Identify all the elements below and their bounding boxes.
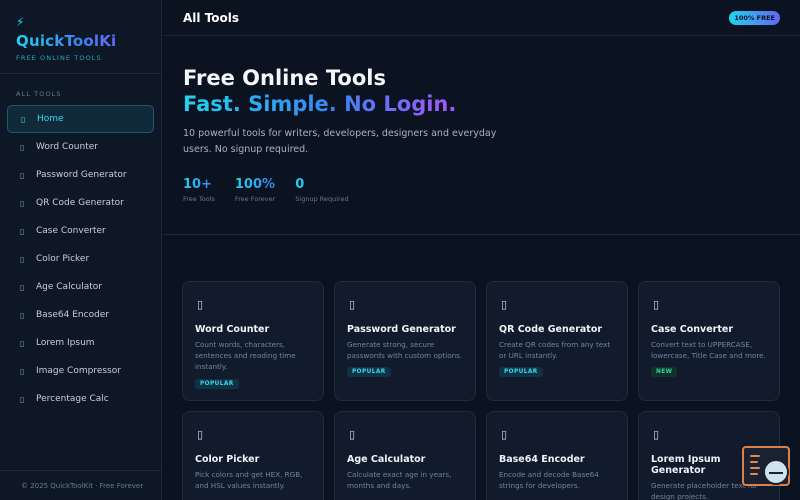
sidebar-item-percentage-calc[interactable]: ▯ Percentage Calc: [7, 385, 154, 413]
sidebar-item-label: Home: [37, 114, 64, 124]
widget-avatar: [763, 459, 789, 485]
sidebar-item-image-compressor[interactable]: ▯ Image Compressor: [7, 357, 154, 385]
hero-stats: 10+ Free Tools 100% Free Forever 0 Signu…: [183, 177, 369, 203]
color-picker-icon: ▯: [197, 428, 204, 441]
sidebar-item-home[interactable]: ▯ Home: [7, 105, 154, 133]
sidebar-item-label: Percentage Calc: [36, 394, 109, 404]
sidebar-item-qr-code-generator[interactable]: ▯ QR Code Generator: [7, 189, 154, 217]
sidebar-item-base64-encoder[interactable]: ▯ Base64 Encoder: [7, 301, 154, 329]
logo[interactable]: QuickToolKi: [16, 32, 145, 50]
card-title: Age Calculator: [347, 454, 426, 465]
tool-card-case-converter[interactable]: ▯ Case Converter Convert text to UPPERCASE…: [638, 281, 780, 401]
hero-description: 10 powerful tools for writers, developer…: [183, 128, 497, 155]
card-description: Calculate exact age in years, months and…: [347, 470, 452, 490]
stat-signup: 0 Signup Required: [295, 177, 348, 203]
sidebar-nav: ▯ Home ▯ Word Counter ▯ Password Generator ▯ QR…: [0, 105, 161, 413]
sidebar-item-case-converter[interactable]: ▯ Case Converter: [7, 217, 154, 245]
tag-badge: NEW: [651, 367, 678, 377]
card-description: Count words, characters, sentences and r…: [195, 340, 296, 371]
section-label: ALL TOOLS: [16, 90, 62, 98]
hero-title: Free Online Tools: [183, 66, 386, 90]
sidebar-item-color-picker[interactable]: ▯ Color Picker: [7, 245, 154, 273]
qr-code-icon: ▯: [501, 298, 508, 311]
word-counter-icon: ▯: [20, 142, 25, 152]
stat-tools: 10+ Free Tools: [183, 177, 215, 203]
card-title: Case Converter: [651, 324, 734, 335]
stat-free: 100% Free Forever: [235, 177, 275, 203]
tag-badge: POPULAR: [499, 367, 543, 377]
stat-label: Signup Required: [295, 195, 349, 203]
sidebar-item-label: Color Picker: [36, 254, 90, 264]
sidebar-item-label: Base64 Encoder: [36, 310, 110, 320]
sidebar-item-word-counter[interactable]: ▯ Word Counter: [7, 133, 154, 161]
card-description: Generate strong, secure passwords with c…: [347, 340, 463, 360]
logo-area: ⚡ QuickToolKi FREE ONLINE TOOLS: [0, 0, 161, 74]
card-title: Word Counter: [195, 324, 270, 335]
sidebar-item-label: Age Calculator: [36, 282, 102, 292]
topbar: All Tools 100% FREE: [163, 0, 800, 36]
age-calculator-icon: ▯: [20, 282, 25, 292]
tag-badge: POPULAR: [347, 367, 391, 377]
stat-label: Free Forever: [234, 195, 276, 203]
free-badge: 100% FREE: [729, 11, 780, 25]
feedback-widget-icon[interactable]: [742, 446, 790, 486]
tag-badge: POPULAR: [195, 379, 239, 389]
stat-label: Free Tools: [183, 195, 215, 203]
password-icon: ▯: [349, 298, 356, 311]
sidebar-item-label: Password Generator: [36, 170, 127, 180]
sidebar-item-label: Lorem Ipsum: [36, 338, 95, 348]
sidebar-item-label: Word Counter: [36, 142, 98, 152]
stat-value: 0: [295, 177, 348, 192]
sidebar-item-password-generator[interactable]: ▯ Password Generator: [7, 161, 154, 189]
sidebar-item-label: Image Compressor: [36, 366, 121, 376]
card-description: Encode and decode Base64 strings for dev…: [499, 470, 599, 490]
case-converter-icon: ▯: [20, 226, 25, 236]
card-description: Pick colors and get HEX, RGB, and HSL va…: [195, 470, 303, 490]
tool-card-word-counter[interactable]: ▯ Word Counter Count words, characters, se…: [182, 281, 324, 401]
stat-value: 10+: [183, 177, 215, 192]
tool-card-qr-code-generator[interactable]: ▯ QR Code Generator Create QR codes from a…: [486, 281, 628, 401]
lorem-ipsum-icon: ▯: [653, 428, 660, 441]
lightning-icon: ⚡: [16, 15, 25, 29]
sidebar-item-label: Case Converter: [36, 226, 106, 236]
case-converter-icon: ▯: [653, 298, 660, 311]
sidebar: ⚡ QuickToolKi FREE ONLINE TOOLS ALL TOOL…: [0, 0, 162, 500]
word-counter-icon: ▯: [197, 298, 204, 311]
card-description: Convert text to UPPERCASE, lowercase, Ti…: [651, 340, 766, 360]
image-compressor-icon: ▯: [20, 366, 25, 376]
widget-line: [750, 455, 760, 457]
hero-section: Free Online Tools Fast. Simple. No Login…: [163, 37, 800, 235]
sidebar-item-age-calculator[interactable]: ▯ Age Calculator: [7, 273, 154, 301]
hero-subtitle: Fast. Simple. No Login.: [183, 92, 457, 116]
card-description: Create QR codes from any text or URL ins…: [499, 340, 611, 360]
tool-card-password-generator[interactable]: ▯ Password Generator Generate strong, secu…: [334, 281, 476, 401]
base64-icon: ▯: [20, 310, 25, 320]
tool-card-color-picker[interactable]: ▯ Color Picker Pick colors and get HEX, RG…: [182, 411, 324, 500]
page-title: All Tools: [183, 10, 240, 25]
age-calculator-icon: ▯: [349, 428, 356, 441]
qr-code-icon: ▯: [20, 198, 25, 208]
password-icon: ▯: [20, 170, 25, 180]
logo-subtitle: FREE ONLINE TOOLS: [16, 54, 102, 62]
sidebar-item-label: QR Code Generator: [36, 198, 124, 208]
widget-line: [750, 461, 758, 463]
base64-icon: ▯: [501, 428, 508, 441]
card-title: Base64 Encoder: [499, 454, 585, 465]
stat-value: 100%: [234, 177, 276, 192]
card-title: QR Code Generator: [499, 324, 603, 335]
card-title: Color Picker: [195, 454, 260, 465]
card-title: Password Generator: [347, 324, 456, 335]
percentage-icon: ▯: [20, 394, 25, 404]
lorem-ipsum-icon: ▯: [20, 338, 25, 348]
home-icon: ▯: [21, 114, 26, 124]
tool-card-age-calculator[interactable]: ▯ Age Calculator Calculate exact age in ye…: [334, 411, 476, 500]
sidebar-item-lorem-ipsum[interactable]: ▯ Lorem Ipsum: [7, 329, 154, 357]
widget-line: [750, 467, 760, 469]
color-picker-icon: ▯: [20, 254, 25, 264]
sidebar-footer: © 2025 QuickToolKit · Free Forever: [0, 470, 162, 500]
widget-line: [750, 473, 758, 475]
tool-card-base64-encoder[interactable]: ▯ Base64 Encoder Encode and decode Base64 …: [486, 411, 628, 500]
